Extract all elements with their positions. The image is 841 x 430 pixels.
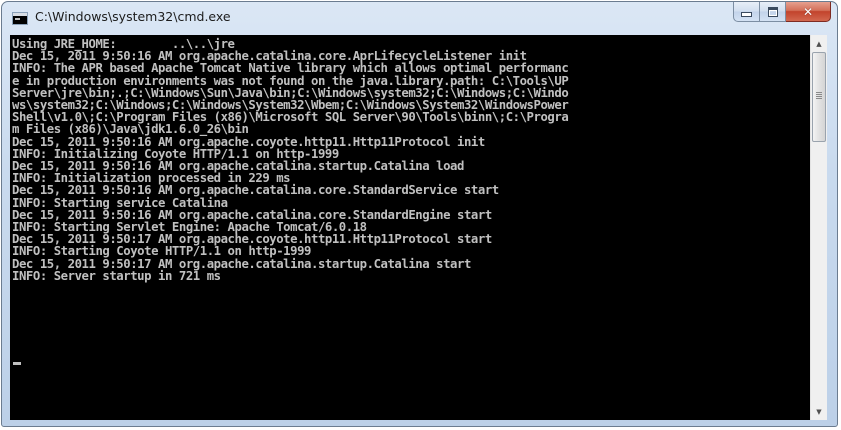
minimize-button[interactable] (733, 2, 760, 22)
close-icon: ✕ (802, 4, 814, 19)
caption-buttons: ✕ (733, 2, 831, 23)
maximize-icon (767, 6, 778, 17)
console-icon[interactable] (12, 12, 28, 25)
maximize-button[interactable] (760, 2, 786, 22)
close-button[interactable]: ✕ (786, 2, 831, 22)
scroll-up-arrow-icon[interactable]: ▲ (811, 35, 827, 52)
console-text: Using JRE_HOME: ..\..\jre Dec 15, 2011 9… (12, 38, 569, 283)
console-line: INFO: Server startup in 721 ms (12, 268, 221, 283)
scrollbar-thumb[interactable] (812, 52, 826, 142)
window-title: C:\Windows\system32\cmd.exe (35, 9, 231, 24)
minimize-icon (741, 12, 752, 17)
title-bar[interactable]: C:\Windows\system32\cmd.exe ✕ (2, 2, 837, 35)
text-cursor (13, 362, 21, 365)
scroll-down-arrow-icon[interactable]: ▼ (811, 403, 827, 420)
vertical-scrollbar[interactable]: ▲ ▼ (810, 35, 827, 420)
console-output[interactable]: Using JRE_HOME: ..\..\jre Dec 15, 2011 9… (10, 35, 810, 420)
cmd-window: C:\Windows\system32\cmd.exe ✕ Using JRE_… (1, 1, 838, 427)
grip-icon (816, 92, 822, 99)
